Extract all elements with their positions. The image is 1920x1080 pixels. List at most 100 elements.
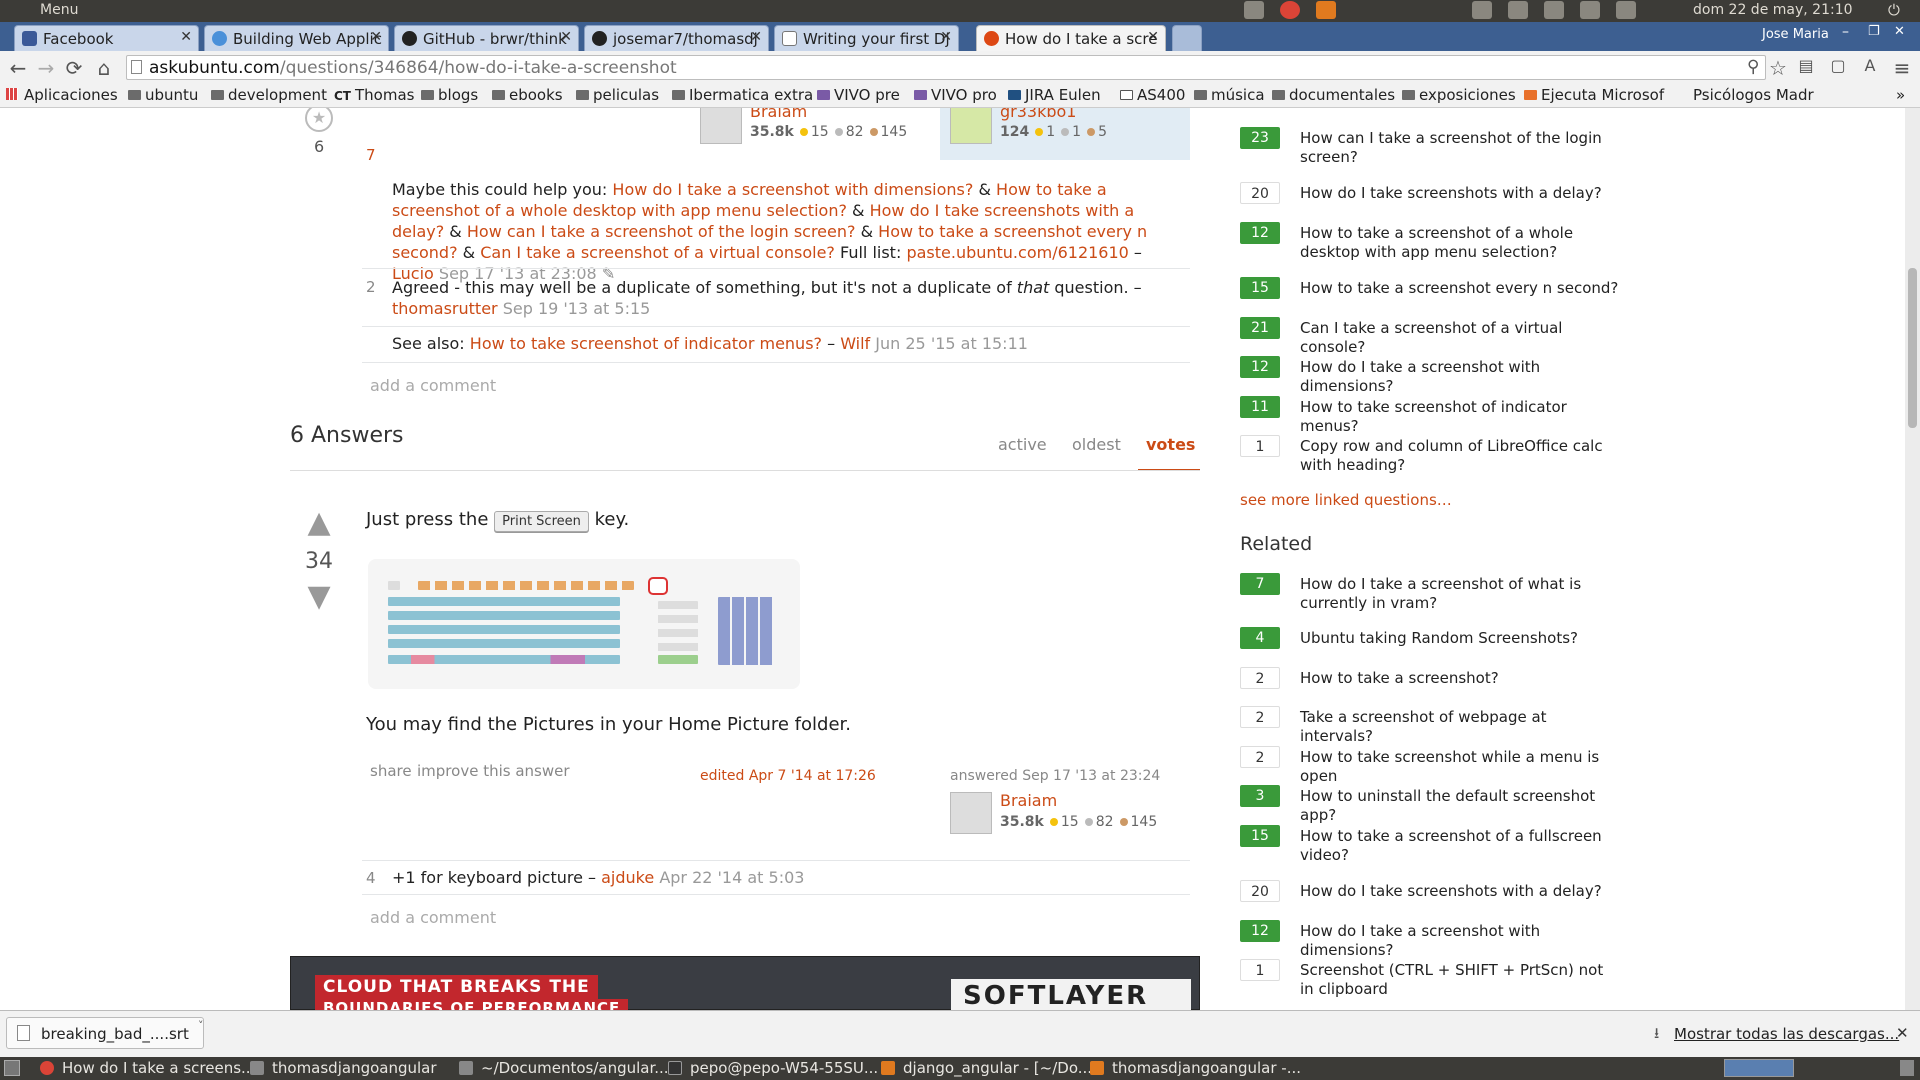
upvote-icon[interactable]: ▲ [302, 508, 336, 538]
bookmark-as400[interactable]: AS400 [1120, 86, 1185, 104]
home-icon[interactable]: ⌂ [92, 56, 116, 80]
bookmark-development[interactable]: development [211, 86, 327, 104]
linked-vote-badge[interactable]: 12 [1240, 356, 1280, 378]
add-comment-link[interactable]: add a comment [370, 376, 496, 395]
related-question-link[interactable]: How to take screenshot while a menu is o… [1300, 748, 1620, 786]
tab-writing-django[interactable]: Writing your first Dj ✕ [774, 25, 959, 51]
advertisement-banner[interactable]: CLOUD THAT BREAKS THE BOUNDARIES OF PERF… [290, 956, 1200, 1010]
more-bookmarks-icon[interactable]: » [1896, 86, 1905, 104]
related-question-link[interactable]: How do I take a screenshot with dimensio… [1300, 922, 1620, 960]
comment-link[interactable]: Can I take a screenshot of a virtual con… [480, 243, 835, 262]
show-desktop-icon[interactable] [4, 1060, 20, 1076]
bookmark-psicologos[interactable]: Psicólogos Madr [1693, 86, 1814, 104]
avatar[interactable] [950, 108, 992, 144]
maximize-button[interactable]: ❐ [1868, 24, 1880, 39]
edited-timestamp[interactable]: edited Apr 7 '14 at 17:26 [700, 768, 876, 784]
bookmark-exposiciones[interactable]: exposiciones [1402, 86, 1516, 104]
linked-question-link[interactable]: Can I take a screenshot of a virtual con… [1300, 319, 1620, 357]
editor-name[interactable]: Braiam [750, 108, 807, 121]
linked-question-link[interactable]: How to take a screenshot of a whole desk… [1300, 224, 1620, 262]
linked-vote-badge[interactable]: 11 [1240, 396, 1280, 418]
comment-author[interactable]: thomasrutter [392, 299, 498, 318]
bookmark-ebooks[interactable]: ebooks [492, 86, 563, 104]
show-all-downloads-link[interactable]: Mostrar todas las descargas... [1674, 1025, 1899, 1043]
download-item[interactable]: breaking_bad_....srt [6, 1017, 204, 1049]
minimize-button[interactable]: – [1842, 24, 1849, 40]
taskbar-item[interactable]: pepo@pepo-W54-55SU... [668, 1059, 878, 1077]
comment-link[interactable]: How to take screenshot of indicator menu… [470, 334, 822, 353]
profile-name[interactable]: Jose Maria [1762, 27, 1829, 42]
taskbar-item[interactable]: How do I take a screens... [40, 1059, 255, 1077]
clock[interactable]: dom 22 de may, 21:10 [1693, 2, 1853, 18]
share-link[interactable]: share [370, 762, 412, 780]
bookmark-blogs[interactable]: blogs [421, 86, 478, 104]
related-vote-badge[interactable]: 2 [1240, 746, 1280, 768]
taskbar-item[interactable]: ~/Documentos/angular... [459, 1059, 669, 1077]
bookmark-thomas[interactable]: CT Thomas [334, 86, 414, 104]
related-question-link[interactable]: Screenshot (CTRL + SHIFT + PrtScn) not i… [1300, 961, 1620, 999]
linked-vote-badge[interactable]: 1 [1240, 435, 1280, 457]
avatar[interactable] [700, 108, 742, 144]
zoom-icon[interactable]: ⚲ [1747, 57, 1759, 77]
chrome-icon[interactable] [1280, 1, 1300, 19]
page-scrollbar[interactable] [1905, 108, 1920, 1010]
workspace-switcher[interactable] [1724, 1059, 1794, 1077]
new-tab-button[interactable] [1172, 25, 1202, 51]
bookmark-vivo-pro[interactable]: VIVO pro [914, 86, 997, 104]
close-tab-icon[interactable]: ✕ [180, 29, 192, 45]
bookmark-apps[interactable]: Aplicaciones [6, 86, 118, 104]
power-icon[interactable]: ⏻ [1888, 1, 1900, 19]
sort-tab-active[interactable]: active [998, 435, 1047, 454]
extension-icon[interactable]: ▢ [1826, 56, 1850, 75]
tab-github-thomasdj[interactable]: josemar7/thomasdj ✕ [584, 25, 769, 51]
close-tab-icon[interactable]: ✕ [1147, 29, 1159, 45]
app-icon[interactable] [1316, 1, 1336, 19]
reload-icon[interactable]: ⟳ [62, 56, 86, 80]
battery-icon[interactable] [1616, 1, 1636, 19]
see-more-linked-link[interactable]: see more linked questions… [1240, 491, 1452, 509]
system-menu[interactable]: Menu [40, 2, 78, 18]
bookmark-star-icon[interactable]: ☆ [1766, 56, 1790, 80]
tab-building-web-apps[interactable]: Building Web Applic ✕ [204, 25, 389, 51]
related-question-link[interactable]: How to take a screenshot? [1300, 669, 1620, 688]
bookmark-jira-eulen[interactable]: JIRA Eulen [1008, 86, 1101, 104]
tab-askubuntu[interactable]: How do I take a scre ✕ [976, 25, 1166, 51]
forward-icon[interactable]: → [34, 56, 58, 80]
related-question-link[interactable]: Take a screenshot of webpage at interval… [1300, 708, 1620, 746]
linked-question-link[interactable]: Copy row and column of LibreOffice calc … [1300, 437, 1620, 475]
address-bar[interactable]: askubuntu.com/questions/346864/how-do-i-… [126, 55, 1766, 80]
linked-question-link[interactable]: How to take a screenshot every n second? [1300, 279, 1620, 298]
add-comment-link[interactable]: add a comment [370, 908, 496, 927]
related-vote-badge[interactable]: 7 [1240, 573, 1280, 595]
related-vote-badge[interactable]: 2 [1240, 706, 1280, 728]
tab-github-think[interactable]: GitHub - brwr/think ✕ [394, 25, 579, 51]
linked-question-link[interactable]: How can I take a screenshot of the login… [1300, 129, 1620, 167]
related-question-link[interactable]: How do I take screenshots with a delay? [1300, 882, 1620, 901]
sort-tab-oldest[interactable]: oldest [1072, 435, 1121, 454]
linked-vote-badge[interactable]: 20 [1240, 182, 1280, 204]
related-vote-badge[interactable]: 2 [1240, 667, 1280, 689]
comment-author[interactable]: Wilf [840, 334, 870, 353]
improve-answer-link[interactable]: improve this answer [417, 762, 570, 780]
comment-link[interactable]: How can I take a screenshot of the login… [467, 222, 856, 241]
close-tab-icon[interactable]: ✕ [940, 29, 952, 45]
related-vote-badge[interactable]: 12 [1240, 920, 1280, 942]
extension-icon[interactable]: ▤ [1794, 56, 1818, 75]
linked-vote-badge[interactable]: 15 [1240, 277, 1280, 299]
linked-question-link[interactable]: How to take screenshot of indicator menu… [1300, 398, 1620, 436]
asker-name[interactable]: gr33kbo1 [1000, 108, 1076, 121]
close-tab-icon[interactable]: ✕ [560, 29, 572, 45]
bluetooth-icon[interactable] [1508, 1, 1528, 19]
volume-icon[interactable] [1580, 1, 1600, 19]
linked-question-link[interactable]: How do I take screenshots with a delay? [1300, 184, 1620, 203]
taskbar-item[interactable]: django_angular - [~/Do... [881, 1059, 1092, 1077]
related-vote-badge[interactable]: 3 [1240, 785, 1280, 807]
close-tab-icon[interactable]: ✕ [370, 29, 382, 45]
chrome-menu-icon[interactable]: ≡ [1890, 56, 1914, 80]
downvote-icon[interactable]: ▼ [302, 582, 336, 612]
close-tab-icon[interactable]: ✕ [750, 29, 762, 45]
linked-vote-badge[interactable]: 23 [1240, 127, 1280, 149]
close-window-button[interactable]: ✕ [1894, 24, 1905, 39]
taskbar-item[interactable]: thomasdjangoangular -... [1090, 1059, 1301, 1077]
related-question-link[interactable]: How do I take a screenshot of what is cu… [1300, 575, 1620, 613]
